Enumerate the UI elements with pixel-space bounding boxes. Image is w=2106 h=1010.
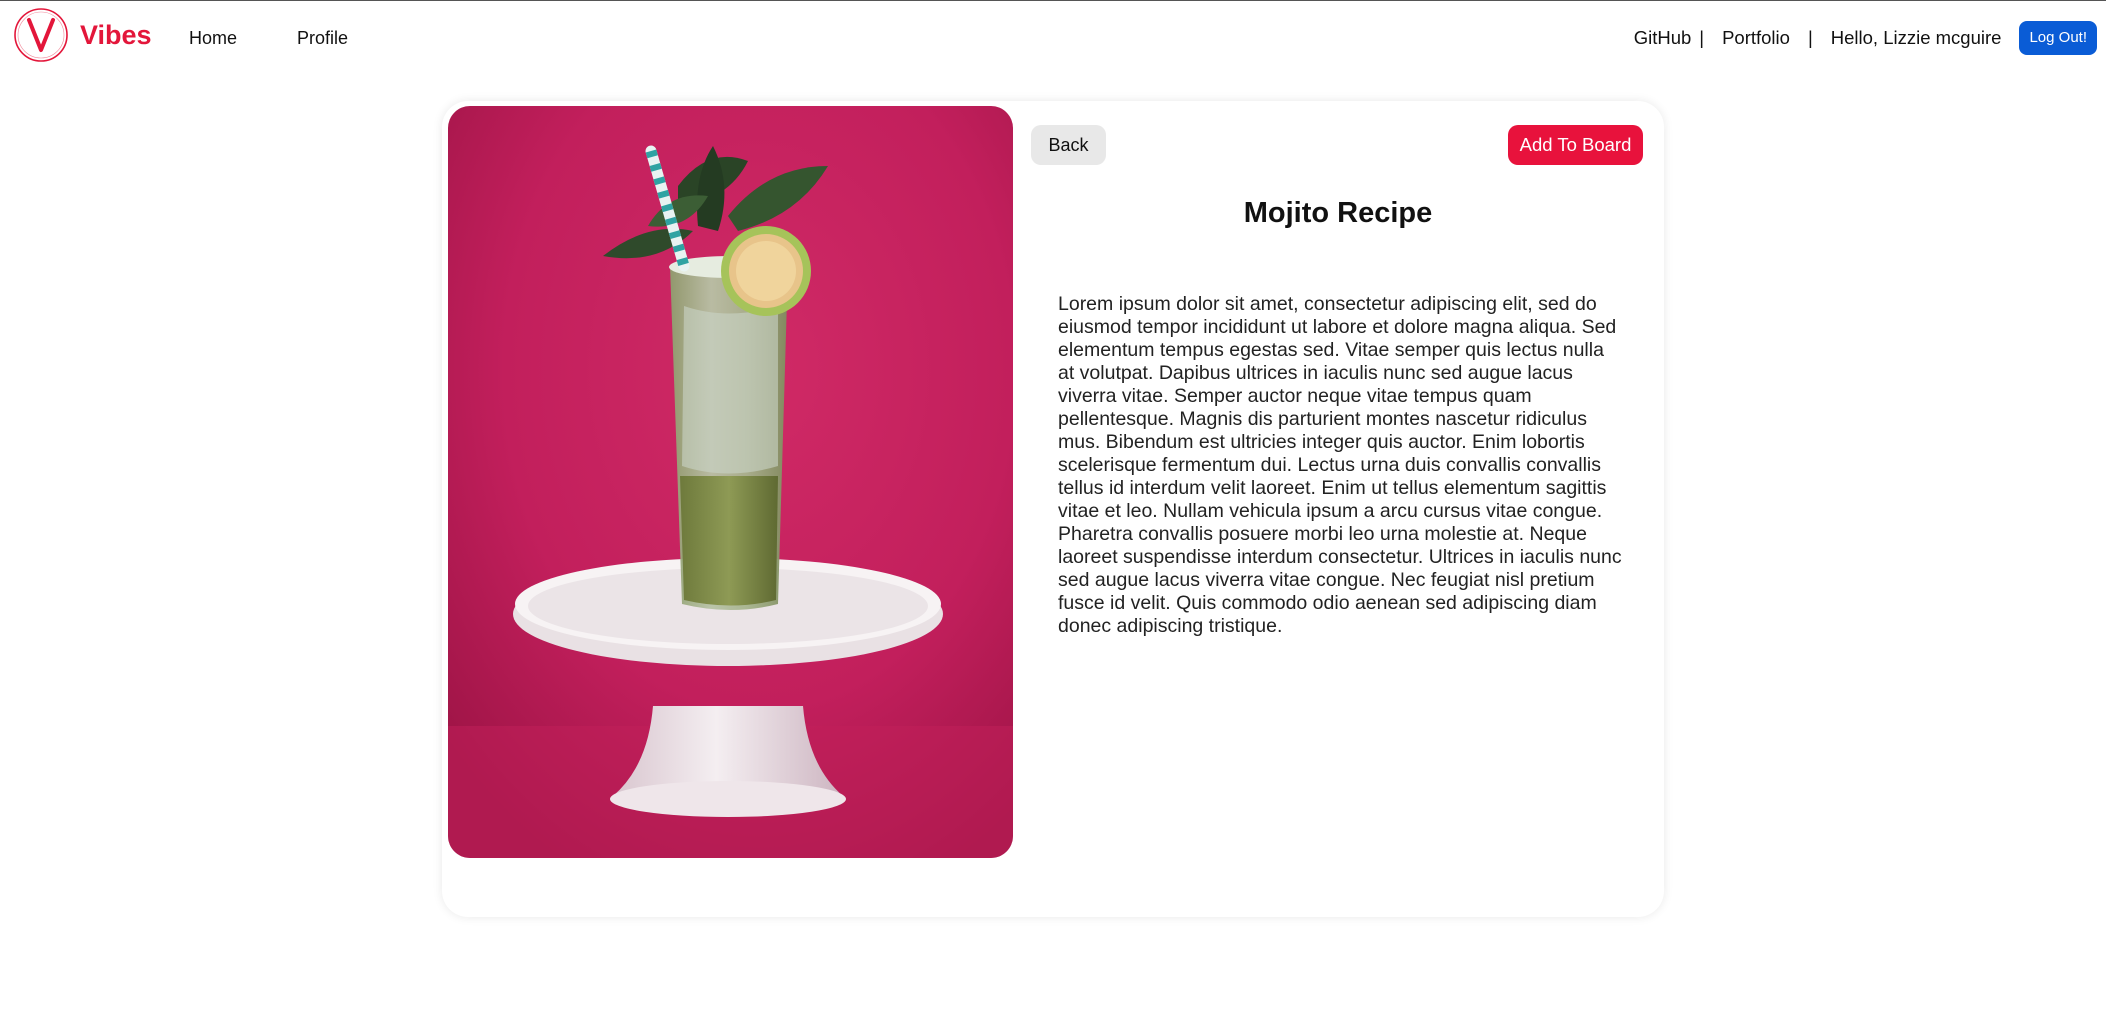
- nav-separator: |: [1807, 27, 1813, 48]
- vibes-logo-icon: [14, 8, 68, 62]
- mojito-photo-icon: [448, 106, 1013, 858]
- user-greeting: Hello, Lizzie mcguire: [1830, 27, 2002, 48]
- nav-profile-link[interactable]: Profile: [297, 28, 348, 49]
- brand-home-link[interactable]: Vibes: [12, 6, 152, 64]
- back-button[interactable]: Back: [1031, 125, 1106, 165]
- brand-name: Vibes: [80, 19, 152, 50]
- add-to-board-button[interactable]: Add To Board: [1508, 125, 1643, 165]
- nav-portfolio-link[interactable]: Portfolio: [1722, 27, 1790, 49]
- pin-detail-card: Back Add To Board Mojito Recipe Lorem ip…: [442, 101, 1664, 917]
- nav-right-group: GitHub | Portfolio | Hello, Lizzie mcgui…: [1634, 21, 2097, 55]
- page-title: Mojito Recipe: [1243, 197, 1433, 229]
- recipe-description: Lorem ipsum dolor sit amet, consectetur …: [1058, 293, 1622, 637]
- navbar: Vibes Home Profile GitHub | Portfolio | …: [0, 1, 2106, 77]
- pin-image: [448, 106, 1013, 858]
- nav-separator: |: [1699, 27, 1705, 48]
- nav-home-link[interactable]: Home: [189, 28, 237, 49]
- nav-github-link[interactable]: GitHub: [1634, 27, 1692, 49]
- logout-button[interactable]: Log Out!: [2019, 21, 2097, 55]
